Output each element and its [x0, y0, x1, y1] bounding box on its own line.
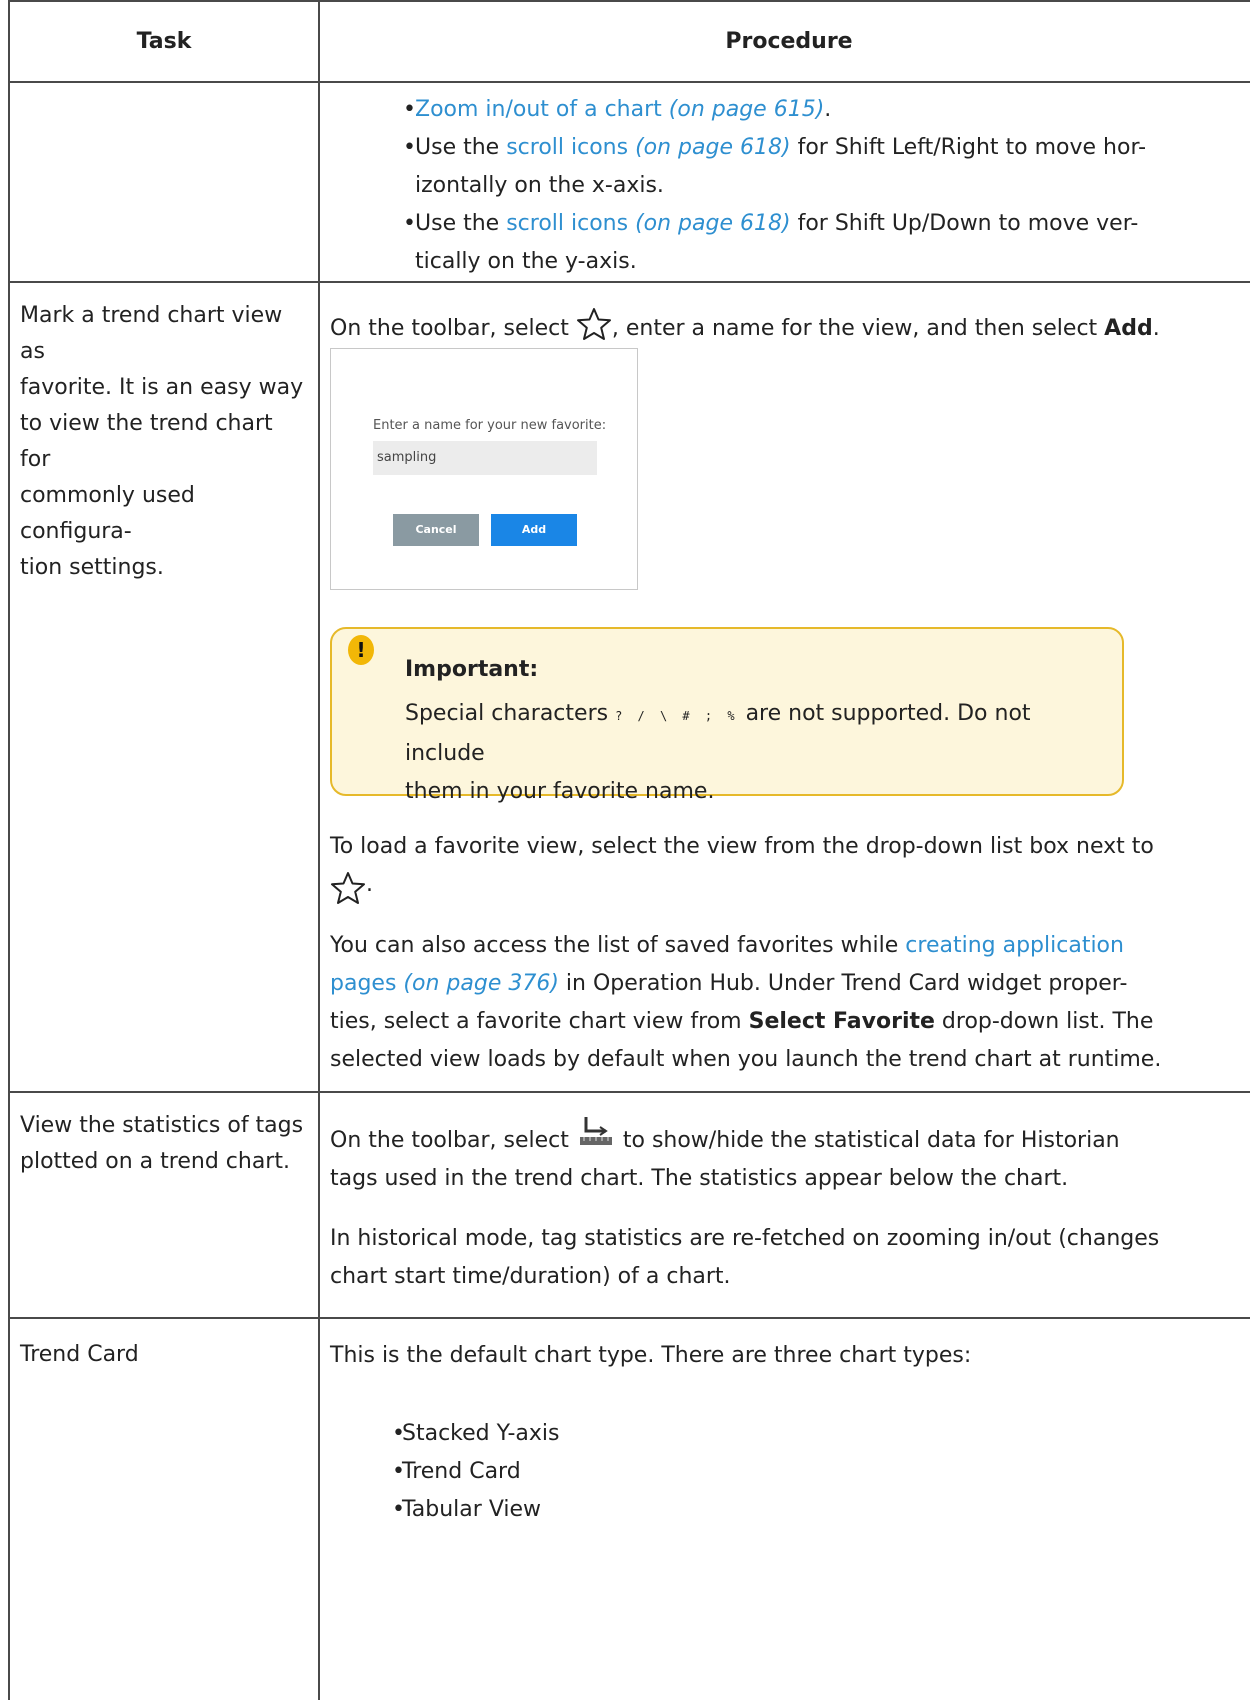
task-cell-empty [8, 81, 320, 283]
task-cell: View the statistics of tags plotted on a… [8, 1091, 320, 1319]
creating-pages-link[interactable]: pages (on page 376) [330, 971, 559, 996]
document-page: Task Procedure • Zoom in/out of a chart … [0, 0, 1250, 1700]
table-row: View the statistics of tags plotted on a… [8, 1091, 1250, 1319]
task-cell: Mark a trend chart view as favorite. It … [8, 281, 320, 1093]
statistics-historical-text: In historical mode, tag statistics are r… [330, 1226, 1160, 1289]
header-task: Task [8, 0, 320, 83]
zoom-link[interactable]: Zoom in/out of a chart (on page 615) [415, 97, 824, 122]
list-item: • Stacked Y-axis [392, 1421, 560, 1446]
chart-types-list: • Stacked Y-axis • Trend Card • Tabular Vie… [330, 1415, 1248, 1529]
load-favorite-text: To load a favorite view, select the view… [330, 828, 1248, 905]
cancel-button: Cancel [393, 514, 479, 546]
table-row: Trend Card This is the default chart typ… [8, 1317, 1250, 1700]
important-note: ! Important: Special characters ? / \ # … [330, 627, 1124, 804]
star-icon [576, 308, 611, 340]
procedure-cell: • Zoom in/out of a chart (on page 615). … [318, 81, 1250, 283]
header-procedure: Procedure [318, 0, 1250, 83]
add-button: Add [491, 514, 577, 546]
list-item: • Use the scroll icons (on page 618) for… [403, 211, 1139, 274]
favorite-intro: On the toolbar, select , enter a name fo… [330, 307, 1248, 348]
procedure-cell: This is the default chart type. There ar… [318, 1317, 1250, 1700]
statistics-text: On the toolbar, select to show/hide the … [330, 1115, 1248, 1198]
chart-types-intro: This is the default chart type. There ar… [330, 1343, 972, 1368]
bullet-list: • Zoom in/out of a chart (on page 615). … [330, 91, 1248, 281]
note-title: Important: [405, 657, 539, 682]
list-item: • Trend Card [392, 1459, 521, 1484]
favorite-dialog-screenshot: Enter a name for your new favorite: samp… [330, 348, 638, 590]
list-item: • Zoom in/out of a chart (on page 615). [403, 97, 832, 122]
scroll-icons-link[interactable]: scroll icons (on page 618) [506, 135, 790, 160]
note-body: Special characters ? / \ # ; % are not s… [405, 701, 1031, 804]
table-row: Mark a trend chart view as favorite. It … [8, 281, 1250, 1093]
special-characters: ? / \ # ; % [615, 709, 739, 723]
procedure-cell: On the toolbar, select to show/hide the … [318, 1091, 1250, 1319]
procedure-cell: On the toolbar, select , enter a name fo… [318, 281, 1250, 1093]
dialog-prompt: Enter a name for your new favorite: [373, 418, 607, 433]
access-favorites-text: You can also access the list of saved fa… [330, 933, 1162, 1072]
list-item: • Tabular View [392, 1497, 542, 1522]
exclamation-icon: ! [348, 635, 374, 665]
table-header-row: Task Procedure [8, 0, 1250, 83]
list-item: • Use the scroll icons (on page 618) for… [403, 135, 1147, 198]
task-cell: Trend Card [8, 1317, 320, 1700]
table-row: • Zoom in/out of a chart (on page 615). … [8, 81, 1250, 283]
scroll-icons-link[interactable]: scroll icons (on page 618) [506, 211, 790, 236]
procedure-table: Task Procedure • Zoom in/out of a chart … [8, 0, 1250, 1700]
star-icon [331, 872, 365, 904]
creating-pages-link[interactable]: creating application [905, 933, 1124, 958]
favorite-name-input: sampling [373, 441, 597, 475]
statistics-icon [579, 1117, 612, 1145]
